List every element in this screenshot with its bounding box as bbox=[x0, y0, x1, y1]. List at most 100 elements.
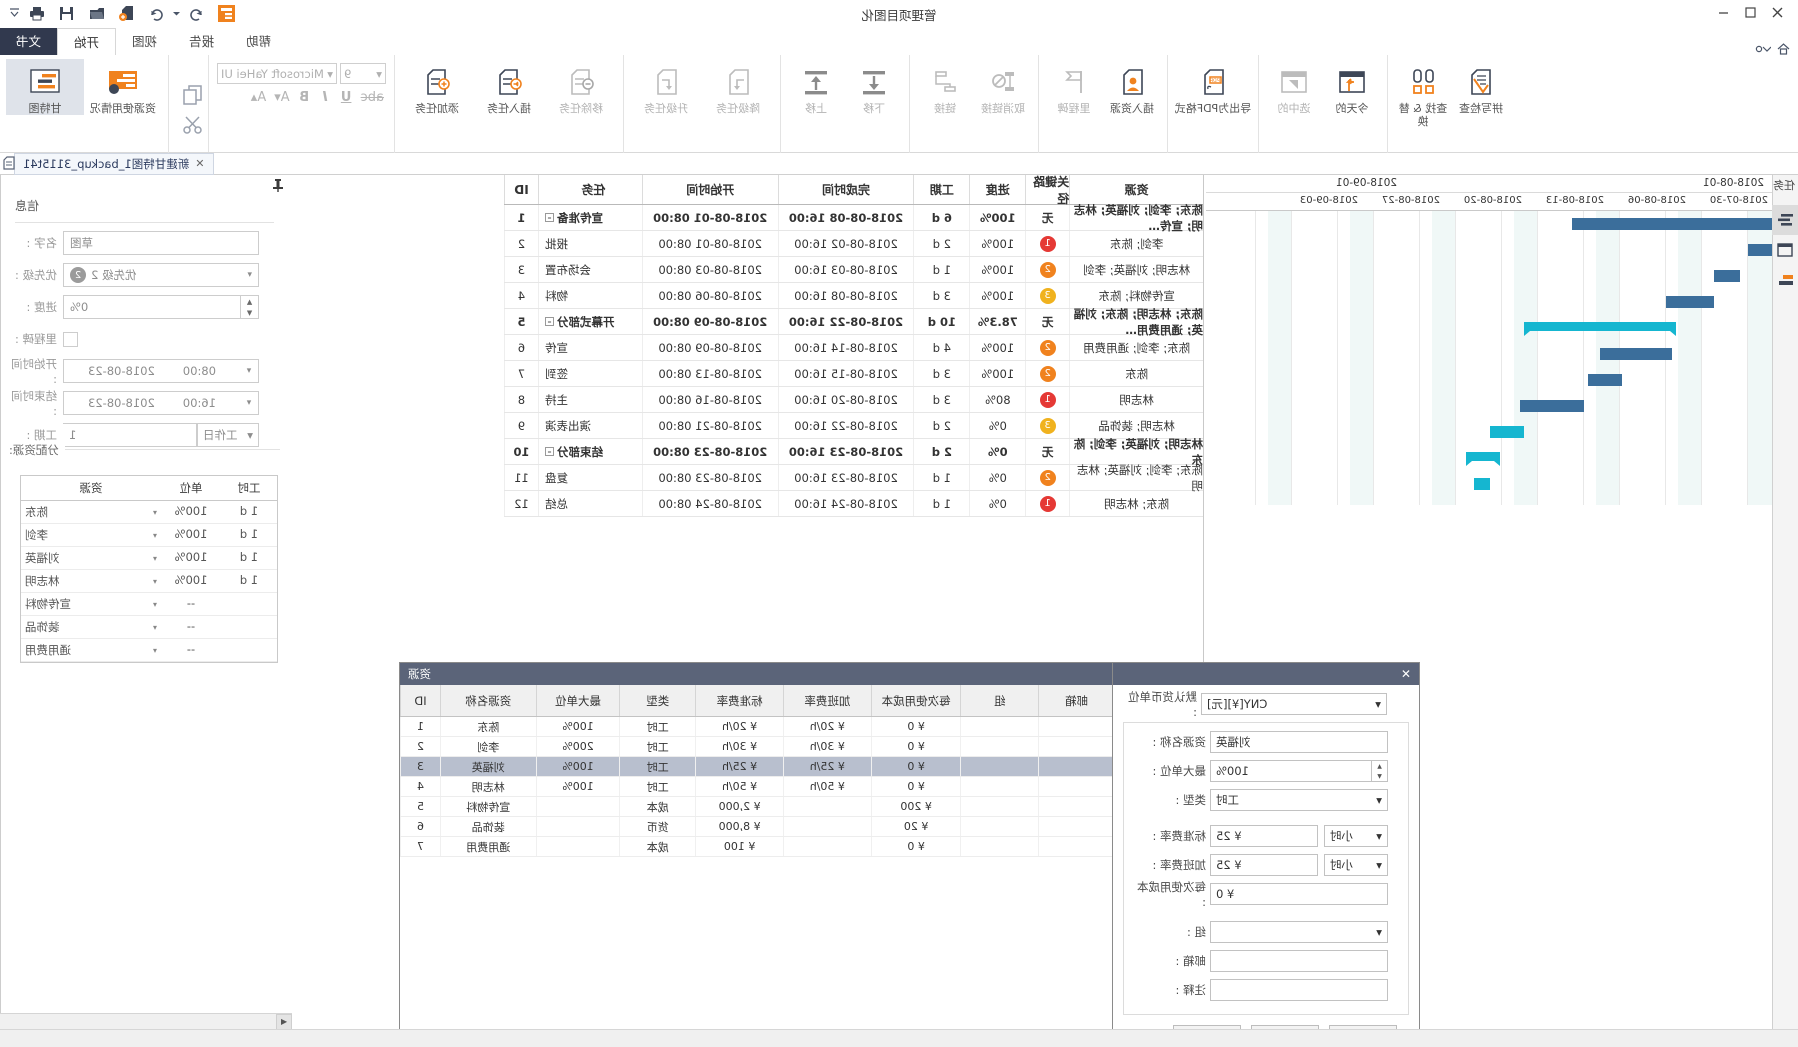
table-row[interactable]: ¥ 0 ¥ 20/h ¥ 20/h 工时 100% 陈东 1 bbox=[400, 717, 1114, 737]
chevron-down-icon[interactable]: ▾ bbox=[153, 646, 157, 655]
ribbon-tabs[interactable]: 帮助 报告 视图 开始 文书 bbox=[0, 28, 287, 55]
ribbon-left-icons[interactable] bbox=[1747, 43, 1798, 55]
ribbon-group-font[interactable]: ▾ 9 ▾ Microsoft YaHei UI abc U I B A▾ A▴ bbox=[208, 55, 394, 152]
bold-button[interactable]: B bbox=[298, 90, 311, 105]
gantt-bar[interactable] bbox=[1474, 478, 1490, 490]
view-switch-sidebar[interactable]: 任务 bbox=[1772, 175, 1798, 1047]
open-folder-icon[interactable] bbox=[82, 0, 112, 26]
chevron-down-icon[interactable]: ▾ bbox=[153, 531, 157, 540]
app-logo-icon[interactable] bbox=[212, 0, 242, 26]
customize-toolbar-icon[interactable] bbox=[1755, 43, 1771, 55]
font-shrink-button[interactable]: A▾ bbox=[274, 90, 289, 105]
italic-button[interactable]: I bbox=[319, 90, 332, 105]
tab-help[interactable]: 帮助 bbox=[230, 28, 287, 55]
gantt-bar[interactable] bbox=[1490, 426, 1524, 438]
chevron-down-icon[interactable]: ▾ bbox=[153, 577, 157, 586]
col-header-duration[interactable]: 工期 bbox=[913, 175, 970, 204]
font-name-combo[interactable]: ▾ Microsoft YaHei UI bbox=[217, 63, 337, 84]
ot-rate-field[interactable]: ▾ 小时 ¥ 25 加班费率 : bbox=[1132, 854, 1400, 876]
col-header-group[interactable]: 组 bbox=[960, 685, 1039, 716]
resource-dialog-group[interactable]: 刘福英 资源名称 : ▲ ▼ 100% 最大单位 : ▾ 工时 类型: ▾ 小… bbox=[1123, 722, 1409, 1015]
assigned-res-body[interactable]: 1 d 100% ▾ 陈东 1 d 100% ▾ 李剑 1 d 100% ▾ 刘福英 1 d 100% ▾ 林… bbox=[21, 501, 277, 662]
std-rate-row[interactable]: ▾ 小时 ¥ 25 bbox=[1210, 825, 1388, 847]
progress-input[interactable]: 0% bbox=[63, 295, 241, 319]
col-header-start[interactable]: 开始时间 bbox=[641, 175, 778, 204]
list-item[interactable]: 1 d 100% ▾ 林志明 bbox=[21, 570, 277, 593]
redo-icon[interactable] bbox=[182, 0, 212, 26]
table-row[interactable]: ¥ 200 ¥ 2,000 成本 宣传物料 5 bbox=[400, 797, 1114, 817]
task-name-field[interactable]: 草图 名字 : bbox=[9, 231, 280, 255]
per-use-cost-input[interactable]: ¥ 0 bbox=[1210, 883, 1388, 905]
link-button[interactable]: 链接 bbox=[916, 59, 974, 115]
col-header-cost[interactable]: 每次使用成本 bbox=[870, 685, 961, 716]
gantt-grid[interactable] bbox=[1206, 211, 1772, 505]
gantt-bar[interactable] bbox=[1600, 348, 1672, 360]
col-header-resource[interactable]: 资源 bbox=[21, 476, 161, 500]
table-row[interactable]: ¥ 0 ¥ 100 成本 通用费用 7 bbox=[400, 837, 1114, 857]
progress-spinner[interactable]: ▲ ▼ 0% bbox=[63, 295, 259, 319]
document-tab-strip[interactable]: ✕ 新建甘特图1_backup_3115t41 bbox=[0, 152, 1798, 175]
ribbon-tab-strip[interactable]: 帮助 报告 视图 开始 文书 bbox=[0, 28, 1798, 55]
resource-dialog[interactable]: ✕ ▾ CNY[¥][元] 默认货币单位 : 刘福英 资源名称 : ▲ ▼ 10… bbox=[1112, 662, 1420, 1047]
copy-icon[interactable] bbox=[182, 85, 202, 105]
mail-field[interactable]: 邮箱 : bbox=[1132, 950, 1400, 972]
sidebar-item-gantt[interactable] bbox=[1772, 205, 1798, 235]
find-replace-button[interactable]: 查找 & 替换 bbox=[1394, 59, 1452, 128]
col-header-ot-rate[interactable]: 加班费率 bbox=[782, 685, 871, 716]
spinner-arrows[interactable]: ▲ ▼ bbox=[241, 295, 259, 319]
ot-rate-unit-combo[interactable]: ▾ 小时 bbox=[1324, 854, 1388, 876]
tab-file[interactable]: 文书 bbox=[0, 28, 58, 55]
assigned-resources-table[interactable]: 工时 单位 资源 1 d 100% ▾ 陈东 1 d 100% ▾ 李剑 1 d 100% ▾ 刘福英… bbox=[20, 475, 278, 663]
font-format-row[interactable]: abc U I B A▾ A▴ bbox=[217, 90, 386, 105]
document-icon[interactable] bbox=[2, 156, 16, 170]
undo-icon[interactable] bbox=[142, 0, 172, 26]
type-field[interactable]: ▾ 工时 类型 : bbox=[1132, 789, 1400, 811]
ribbon-group-views[interactable]: 资源使用情况 甘特图 bbox=[0, 55, 168, 153]
resource-window[interactable]: 资源 邮箱 组 每次使用成本 加班费率 标准费率 类型 最大单位 资源名称 ID… bbox=[399, 662, 1115, 1047]
chevron-down-icon[interactable]: ▾ bbox=[153, 554, 157, 563]
underline-button[interactable]: U bbox=[340, 90, 353, 105]
chevron-down-icon[interactable]: ▾ bbox=[153, 623, 157, 632]
table-row[interactable]: 陈东 2 100% 3 d 2018-08-15 16:00 2018-08-13 08:… bbox=[504, 361, 1203, 387]
demote-task-button[interactable]: 降级任务 bbox=[702, 59, 774, 115]
strikethrough-button[interactable]: abc bbox=[361, 90, 384, 105]
gantt-chart[interactable]: 2018-08-01 2018-09-01 2018-07-30 2018-08… bbox=[1206, 175, 1772, 505]
ot-rate-input[interactable]: ¥ 25 bbox=[1210, 854, 1318, 876]
font-size-combo[interactable]: ▾ 9 bbox=[340, 63, 386, 84]
tab-view[interactable]: 视图 bbox=[116, 28, 173, 55]
gantt-bar[interactable] bbox=[1524, 322, 1676, 331]
milestone-field[interactable]: 里程碑 : bbox=[9, 327, 280, 351]
chevron-down-icon[interactable]: ▾ bbox=[153, 600, 157, 609]
add-task-button[interactable]: 添加任务 bbox=[401, 59, 473, 115]
assigned-resource[interactable]: ▾ 宣传物料 bbox=[21, 593, 161, 615]
font-controls-row[interactable]: ▾ 9 ▾ Microsoft YaHei UI bbox=[217, 63, 386, 84]
table-row[interactable]: ¥ 20 ¥ 8,000 货币 装饰品 6 bbox=[400, 817, 1114, 837]
goto-selected-button[interactable]: 选中的 bbox=[1265, 59, 1323, 115]
table-row[interactable]: 林志明; 刘福英; 李剑 2 100% 1 d 2018-08-03 16:00 2018… bbox=[504, 257, 1203, 283]
task-name-input[interactable]: 草图 bbox=[63, 231, 259, 255]
ribbon-group-move[interactable]: 下移 上移 bbox=[780, 55, 909, 153]
list-item[interactable]: -- ▾ 宣传物料 bbox=[21, 593, 277, 616]
currency-combo[interactable]: ▾ CNY[¥][元] bbox=[1201, 693, 1387, 715]
pin-icon[interactable] bbox=[272, 179, 284, 192]
group-combo[interactable]: ▾ bbox=[1210, 921, 1388, 943]
std-rate-field[interactable]: ▾ 小时 ¥ 25 标准费率 : bbox=[1132, 825, 1400, 847]
unlink-button[interactable]: 取消链接 bbox=[974, 59, 1032, 115]
col-header-critical[interactable]: 关键路径 bbox=[1025, 175, 1070, 206]
list-item[interactable]: -- ▾ 通用费用 bbox=[21, 639, 277, 662]
col-header-work[interactable]: 工时 bbox=[221, 476, 277, 500]
ribbon[interactable]: 拼写检查 查找 & 替换 今天的 选中的 PDF 导出为PDF格式 插入资源 里… bbox=[0, 55, 1798, 153]
mail-input[interactable] bbox=[1210, 950, 1388, 972]
table-row[interactable]: ¥ 0 ¥ 50/h ¥ 50/h 工时 100% 林志明 4 bbox=[400, 777, 1114, 797]
ribbon-group-outline[interactable]: 降级任务 升级任务 bbox=[623, 55, 780, 153]
col-header-resource-name[interactable]: 资源名称 bbox=[439, 685, 536, 716]
milestone-button[interactable]: 里程碑 bbox=[1045, 59, 1103, 115]
max-units-spinner[interactable]: ▲ ▼ 100% bbox=[1210, 760, 1388, 782]
save-icon[interactable] bbox=[52, 0, 82, 26]
assigned-resource[interactable]: ▾ 刘福英 bbox=[21, 547, 161, 569]
insert-resource-button[interactable]: 插入资源 bbox=[1103, 59, 1161, 115]
ribbon-group-link[interactable]: 取消链接 链接 bbox=[909, 55, 1038, 153]
priority-field[interactable]: ▾ 优先级 2 2 优先级 : bbox=[9, 263, 280, 287]
resource-table[interactable]: 邮箱 组 每次使用成本 加班费率 标准费率 类型 最大单位 资源名称 ID ¥ … bbox=[400, 685, 1114, 857]
gantt-bar[interactable] bbox=[1466, 452, 1500, 461]
